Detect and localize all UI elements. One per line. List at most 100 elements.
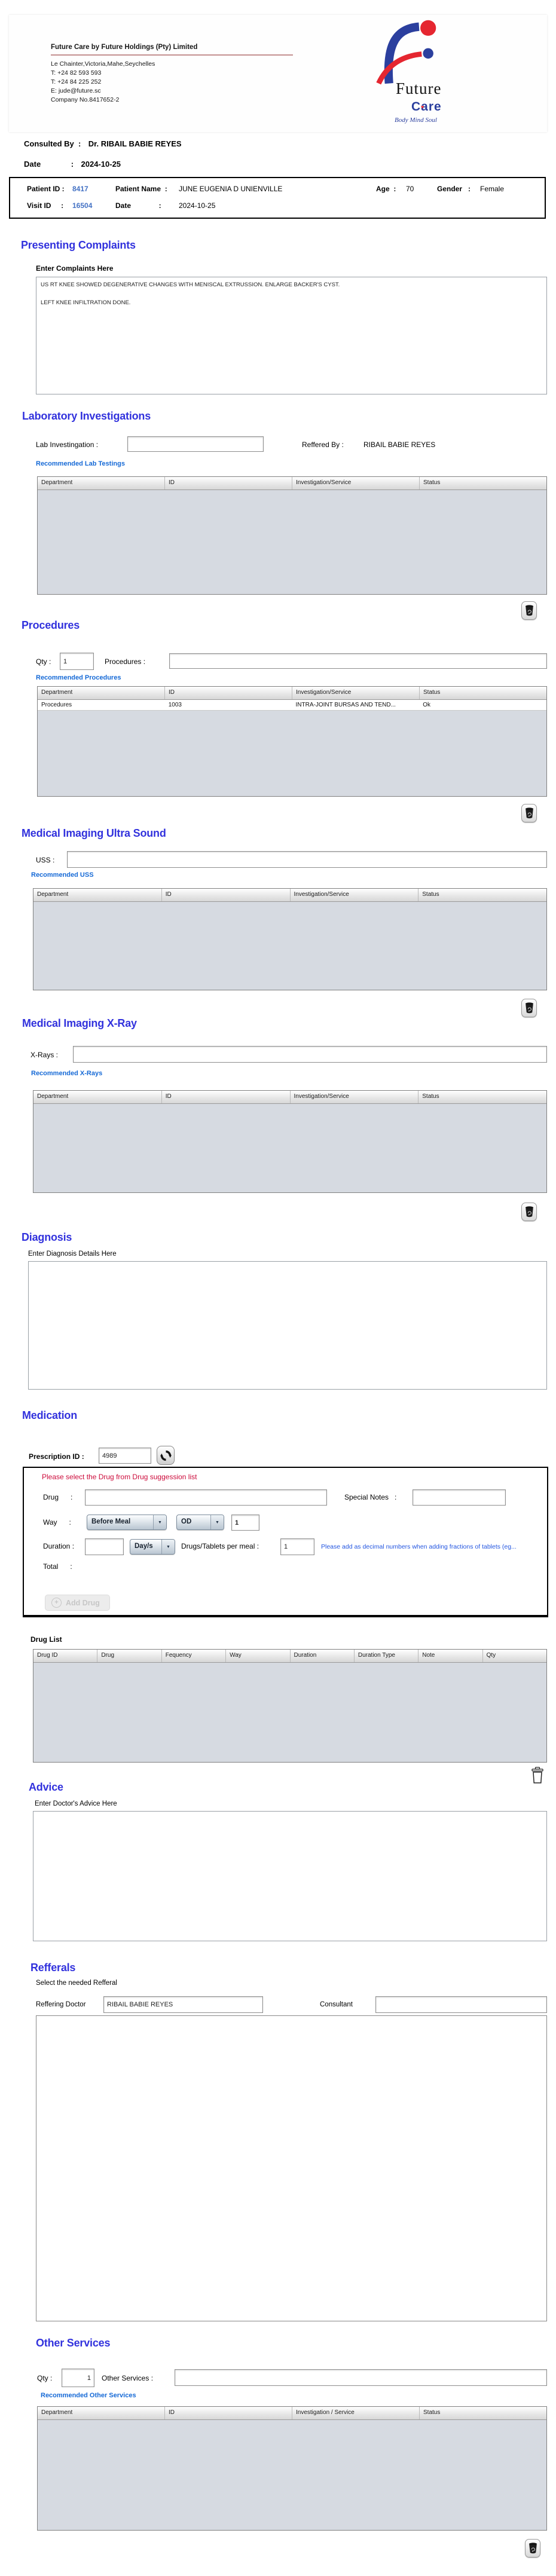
trash-outline-icon <box>531 1766 543 1783</box>
table-cell: Ok <box>423 702 431 708</box>
advice-textarea[interactable] <box>33 1811 547 1941</box>
drug-list-table: Drug ID Drug Fequency Way Duration Duration T… <box>33 1649 547 1763</box>
frequency-select[interactable]: OD ▼ <box>176 1515 224 1530</box>
column-header: Status <box>423 2409 441 2416</box>
column-header: ID <box>165 477 292 489</box>
recommended-lab-testings-link[interactable]: Recommended Lab Testings <box>36 460 125 467</box>
column-header: ID <box>165 2407 292 2419</box>
consultant-input[interactable] <box>375 1996 547 2013</box>
logo-tagline: Body Mind Soul <box>395 117 437 124</box>
add-drug-panel: Please select the Drug from Drug suggess… <box>23 1467 548 1617</box>
duration-input[interactable] <box>85 1538 124 1555</box>
logo-word-care: Care <box>411 100 442 114</box>
visit-id-label: Visit ID : <box>27 201 64 210</box>
patient-id-label: Patient ID : <box>27 185 65 193</box>
recommended-procedures-link[interactable]: Recommended Procedures <box>36 674 121 681</box>
column-header: Note <box>418 1650 483 1662</box>
reffering-doctor-input[interactable] <box>103 1996 263 2013</box>
gender-value: Female <box>480 185 505 193</box>
procedures-input[interactable] <box>169 653 547 669</box>
table-row[interactable]: Procedures 1003 INTRA-JOINT BURSAS AND TEN… <box>38 700 546 711</box>
lab-delete-button[interactable] <box>521 601 537 620</box>
procedures-label: Procedures : <box>105 657 146 666</box>
procedures-table-body: Procedures 1003 INTRA-JOINT BURSAS AND TEN… <box>38 700 546 711</box>
way-label: Way : <box>43 1518 71 1526</box>
complaints-label: Enter Complaints Here <box>36 264 114 273</box>
date-label: Date : <box>24 160 74 169</box>
column-header: Investigation/Service <box>292 687 420 699</box>
drug-input[interactable] <box>85 1489 327 1506</box>
duration-label: Duration : <box>43 1542 75 1550</box>
advice-label: Enter Doctor's Advice Here <box>35 1800 117 1807</box>
consulted-by-line: Consulted By : Dr. RIBAIL BABIE REYES <box>24 139 182 149</box>
drug-list-delete-button[interactable] <box>528 1764 546 1786</box>
diagnosis-textarea[interactable] <box>28 1261 547 1390</box>
other-services-input[interactable] <box>175 2369 547 2386</box>
procedures-delete-button[interactable] <box>521 804 537 822</box>
patient-id-value: 8417 <box>72 185 88 193</box>
column-header: Status <box>422 891 439 898</box>
drug-label: Drug : <box>43 1493 73 1501</box>
add-drug-button[interactable]: + Add Drug <box>45 1595 110 1611</box>
recommended-xrays-link[interactable]: Recommended X-Rays <box>31 1070 102 1077</box>
reffered-by-label: Reffered By : <box>302 440 344 449</box>
recommended-uss-link[interactable]: Recommended USS <box>31 871 94 879</box>
date-value: 2024-10-25 <box>81 160 121 169</box>
procedures-table-header: Department ID Investigation/Service Status <box>38 687 546 700</box>
prescription-id-input[interactable] <box>99 1448 151 1464</box>
section-title-procedures: Procedures <box>22 619 80 631</box>
column-header: Duration <box>291 1650 355 1662</box>
xray-table-header: Department ID Investigation/Service Status <box>33 1091 546 1104</box>
refresh-prescription-button[interactable] <box>157 1446 175 1465</box>
other-services-table: Department ID Investigation / Service Statu… <box>37 2406 547 2531</box>
other-services-label: Other Services : <box>102 2374 154 2382</box>
per-meal-input[interactable] <box>280 1538 314 1555</box>
consulted-by-value: Dr. RIBAIL BABIE REYES <box>88 139 182 148</box>
per-meal-label: Drugs/Tablets per meal : <box>181 1542 259 1550</box>
recommended-other-services-link[interactable]: Recommended Other Services <box>41 2392 136 2399</box>
trash-icon <box>525 605 533 616</box>
section-title-xray: Medical Imaging X-Ray <box>22 1017 137 1029</box>
meal-select-value: Before Meal <box>91 1518 131 1525</box>
company-email: E: jude@future.sc <box>51 87 101 94</box>
refferal-list-box[interactable] <box>36 2015 547 2321</box>
procedures-qty-input[interactable] <box>60 653 94 670</box>
duration-unit-select[interactable]: Day/s ▼ <box>130 1539 175 1555</box>
section-title-laboratory: Laboratory Investigations <box>22 410 151 422</box>
xray-delete-button[interactable] <box>521 1203 537 1221</box>
trash-icon <box>528 2543 537 2554</box>
uss-delete-button[interactable] <box>521 999 537 1017</box>
table-cell: 1003 <box>168 702 182 708</box>
column-header: Department <box>38 2407 165 2419</box>
patient-name-label: Patient Name : <box>115 185 167 193</box>
uss-input[interactable] <box>67 851 547 868</box>
company-address: Le Chainter,Victoria,Mahe,Seychelles <box>51 60 155 68</box>
procedures-table: Department ID Investigation/Service Status … <box>37 686 547 797</box>
decimal-hint-text: Please add as decimal numbers when addin… <box>321 1543 517 1550</box>
other-qty-label: Qty : <box>37 2374 53 2382</box>
other-services-table-header: Department ID Investigation / Service Statu… <box>38 2407 546 2420</box>
section-title-advice: Advice <box>29 1781 63 1793</box>
column-header: ID <box>162 1091 291 1103</box>
special-notes-label: Special Notes : <box>344 1493 397 1501</box>
drug-list-table-header: Drug ID Drug Fequency Way Duration Duration T… <box>33 1650 546 1663</box>
complaints-textarea[interactable]: US RT KNEE SHOWED DEGENERATIVE CHANGES W… <box>36 277 547 394</box>
company-logo: Future Care ♥ Body Mind Soul <box>359 15 466 132</box>
column-header: Department <box>38 477 165 489</box>
meal-select[interactable]: Before Meal ▼ <box>87 1515 167 1530</box>
duration-unit-value: Day/s <box>135 1543 153 1550</box>
title-underline <box>51 54 293 56</box>
special-notes-input[interactable] <box>413 1489 506 1506</box>
age-label: Age : <box>376 185 396 193</box>
frequency-qty-input[interactable] <box>231 1515 259 1531</box>
column-header: Fequency <box>162 1650 227 1662</box>
company-phone1: T: +24 82 593 593 <box>51 69 102 77</box>
xrays-input[interactable] <box>73 1046 547 1063</box>
column-header: Drug ID <box>33 1650 98 1662</box>
other-qty-input[interactable] <box>62 2369 94 2387</box>
procedures-qty-label: Qty : <box>36 657 51 666</box>
chevron-down-icon: ▼ <box>210 1515 224 1529</box>
xrays-label: X-Rays : <box>30 1051 59 1059</box>
lab-investigation-input[interactable] <box>127 436 264 452</box>
other-services-delete-button[interactable] <box>525 2539 540 2557</box>
